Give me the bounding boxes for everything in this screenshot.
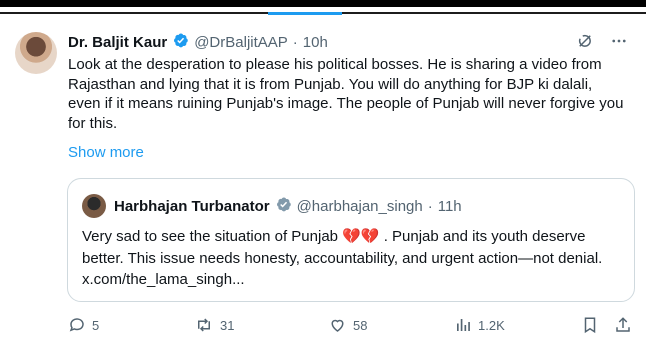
grok-icon[interactable] [576,32,594,50]
broken-heart-emoji: 💔💔 [342,228,380,245]
tweet-top-actions [576,32,628,50]
show-more-link[interactable]: Show more [68,144,144,161]
share-icon [614,316,632,334]
quoted-tweet[interactable]: Harbhajan Turbanator @harbhajan_singh · … [67,178,635,302]
quoted-timestamp[interactable]: 11h [438,198,462,215]
avatar[interactable] [15,32,57,74]
views-count: 1.2K [478,317,505,333]
views-icon [454,316,472,334]
quoted-avatar[interactable] [82,194,106,218]
like-button[interactable]: 58 [328,316,367,334]
active-tab-indicator [268,12,342,15]
verified-icon [275,196,292,217]
reply-icon [68,316,86,334]
tweet-text: Look at the desperation to please his po… [68,56,624,132]
timestamp[interactable]: 10h [303,34,328,51]
separator-dot: · [427,198,433,215]
quoted-text: Very sad to see the situation of Punjab … [82,226,622,291]
verified-icon [172,32,189,53]
like-icon [328,316,347,334]
quoted-header: Harbhajan Turbanator @harbhajan_singh · … [114,196,462,217]
views-button[interactable]: 1.2K [454,316,505,334]
author-name[interactable]: Dr. Baljit Kaur [68,34,167,51]
reply-count: 5 [92,317,100,333]
repost-count: 31 [220,317,235,333]
more-icon[interactable] [610,32,628,50]
quoted-handle[interactable]: @harbhajan_singh [297,198,423,215]
bookmark-button[interactable] [581,316,599,334]
tweet-header: Dr. Baljit Kaur @DrBaljitAAP · 10h [68,32,328,52]
engagement-bar: 5 31 58 1.2K [68,316,638,340]
reply-button[interactable]: 5 [68,316,99,334]
repost-button[interactable]: 31 [194,316,234,334]
share-button[interactable] [614,316,632,334]
top-bar [0,0,646,7]
repost-icon [194,316,214,334]
quoted-author-name[interactable]: Harbhajan Turbanator [114,198,270,215]
like-count: 58 [353,317,368,333]
separator-dot: · [292,33,298,51]
bookmark-icon [581,316,599,334]
quoted-text-start: Very sad to see the situation of Punjab [82,228,343,245]
author-handle[interactable]: @DrBaljitAAP [194,34,288,51]
